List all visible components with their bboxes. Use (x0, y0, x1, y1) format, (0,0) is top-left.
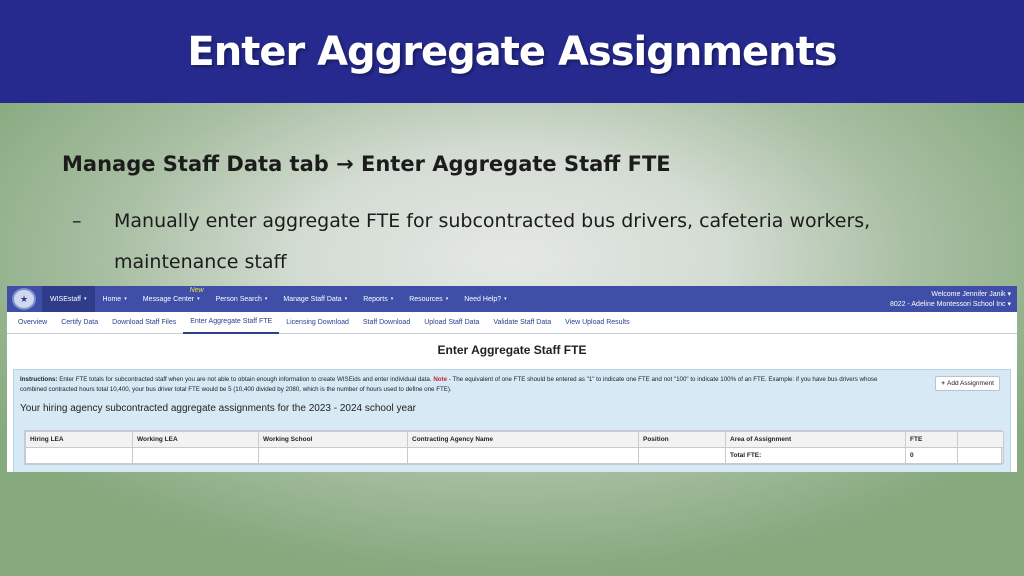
chevron-down-icon: ▾ (504, 296, 507, 302)
nav-label: Need Help? (464, 295, 502, 303)
instructions-text: Instructions: Enter FTE totals for subco… (20, 375, 900, 395)
subnav-certify-data[interactable]: Certify Data (54, 312, 105, 334)
instructions-label: Instructions: (20, 376, 58, 383)
subnav-view-upload-results[interactable]: View Upload Results (558, 312, 636, 334)
subnav-licensing-download[interactable]: Licensing Download (279, 312, 356, 334)
table-cell (258, 447, 408, 464)
nav-message-center[interactable]: New Message Center ▾ (135, 286, 208, 312)
nav-label: Reports (363, 295, 388, 303)
subnav-enter-aggregate-staff-fte[interactable]: Enter Aggregate Staff FTE (183, 312, 280, 334)
agency-selector[interactable]: 8022 - Adeline Montessori School Inc ▾ (890, 300, 1011, 310)
page-title: Enter Aggregate Staff FTE (437, 343, 587, 357)
table-cell (407, 447, 639, 464)
column-working-lea[interactable]: Working LEA (132, 431, 259, 448)
bullet-point: – Manually enter aggregate FTE for subco… (72, 201, 952, 283)
nav-label: Manage Staff Data (283, 295, 342, 303)
subnav-overview[interactable]: Overview (11, 312, 54, 334)
nav-person-search[interactable]: Person Search ▾ (208, 286, 276, 312)
total-fte-value: 0 (905, 447, 958, 464)
chevron-down-icon: ▾ (445, 296, 449, 302)
column-contracting-agency[interactable]: Contracting Agency Name (407, 431, 639, 448)
subnav-staff-download[interactable]: Staff Download (356, 312, 417, 334)
chevron-down-icon: ▾ (264, 296, 268, 302)
title-bar: Enter Aggregate Assignments (0, 0, 1024, 103)
note-label: Note (433, 376, 448, 383)
plus-icon: + (941, 380, 946, 387)
column-working-school[interactable]: Working School (258, 431, 408, 448)
chevron-down-icon: ▾ (124, 296, 127, 302)
column-area-of-assignment[interactable]: Area of Assignment (725, 431, 906, 448)
add-assignment-label: Add Assignment (947, 380, 994, 387)
app-screenshot: ★ WISEstaff ▾ Home ▾ New Message Center ▾ P… (7, 286, 1017, 472)
column-fte[interactable]: FTE (905, 431, 958, 448)
user-menu[interactable]: Welcome Jennifer Janik ▾ 8022 - Adeline … (890, 290, 1011, 310)
nav-label: Person Search (215, 295, 262, 303)
slide-title: Enter Aggregate Assignments (187, 28, 837, 75)
sub-nav: Overview Certify Data Download Staff Fil… (7, 312, 1017, 334)
bullet-dash: – (72, 210, 82, 232)
chevron-down-icon: ▾ (390, 296, 394, 302)
nav-label: Resources (409, 295, 443, 303)
agency-year-heading: Your hiring agency subcontracted aggrega… (20, 403, 416, 414)
column-actions (957, 431, 1004, 448)
top-nav: ★ WISEstaff ▾ Home ▾ New Message Center ▾ P… (7, 286, 1017, 312)
table-cell (638, 447, 726, 464)
column-position[interactable]: Position (638, 431, 726, 448)
assignments-panel: Instructions: Enter FTE totals for subco… (13, 369, 1011, 472)
total-fte-label: Total FTE: (725, 447, 906, 464)
chevron-down-icon: ▾ (84, 296, 87, 302)
nav-label: Home (102, 295, 122, 303)
nav-manage-staff-data[interactable]: Manage Staff Data ▾ (275, 286, 355, 312)
chevron-down-icon: ▾ (197, 296, 200, 302)
assignments-table: Hiring LEA Working LEA Working School Co… (24, 430, 1004, 465)
table-header-row: Hiring LEA Working LEA Working School Co… (25, 431, 1004, 448)
column-hiring-lea[interactable]: Hiring LEA (25, 431, 133, 448)
chevron-down-icon: ▾ (344, 296, 348, 302)
table-cell (132, 447, 259, 464)
nav-label: Message Center (142, 295, 195, 303)
instructions-body: Enter FTE totals for subcontracted staff… (57, 376, 434, 383)
add-assignment-button[interactable]: + Add Assignment (935, 376, 1000, 391)
nav-wisestaff[interactable]: WISEstaff ▾ (42, 286, 95, 312)
wise-logo-icon[interactable]: ★ (12, 288, 36, 310)
slide-subtitle: Manage Staff Data tab → Enter Aggregate … (62, 152, 671, 176)
subnav-upload-staff-data[interactable]: Upload Staff Data (417, 312, 486, 334)
nav-resources[interactable]: Resources ▾ (401, 286, 456, 312)
welcome-user[interactable]: Welcome Jennifer Janik ▾ (890, 290, 1011, 300)
nav-label: WISEstaff (50, 295, 81, 303)
table-cell (957, 447, 1004, 464)
nav-reports[interactable]: Reports ▾ (355, 286, 401, 312)
subnav-validate-staff-data[interactable]: Validate Staff Data (486, 312, 558, 334)
new-badge: New (189, 287, 204, 294)
table-cell (25, 447, 133, 464)
subnav-download-staff-files[interactable]: Download Staff Files (105, 312, 183, 334)
bullet-text: Manually enter aggregate FTE for subcont… (114, 210, 871, 273)
nav-need-help[interactable]: Need Help? ▾ (456, 286, 514, 312)
nav-home[interactable]: Home ▾ (95, 286, 135, 312)
table-total-row: Total FTE: 0 (25, 447, 1004, 464)
